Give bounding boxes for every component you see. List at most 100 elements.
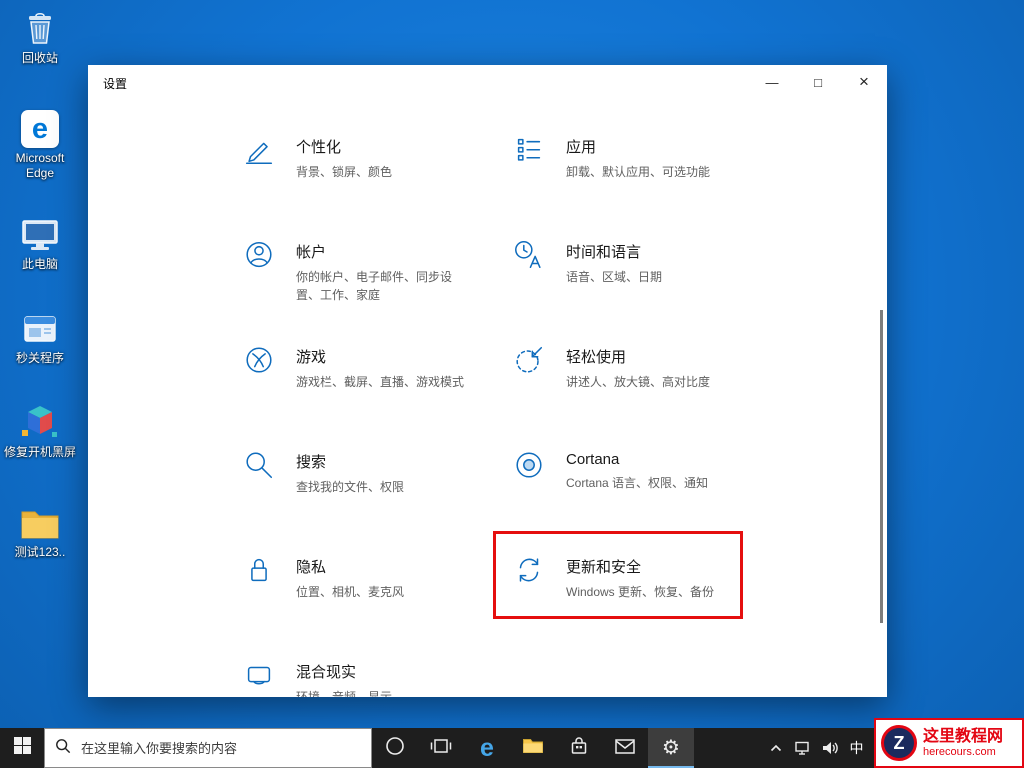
this-pc-icon [20,212,60,254]
cortana-ring-icon [385,736,405,761]
app-window-icon [21,306,59,348]
start-button[interactable] [0,728,44,768]
tile-subtitle: 卸载、默认应用、可选功能 [566,165,711,179]
edge-button[interactable]: e [464,728,510,768]
tile-privacy[interactable]: 隐私 位置、相机、麦克风 [242,553,404,601]
tile-subtitle: Windows 更新、恢复、备份 [566,585,715,599]
edge-icon: e [21,106,59,148]
folder-icon [18,500,62,542]
accounts-icon [242,238,278,272]
tile-subtitle: 你的帐户、电子邮件、同步设置、工作、家庭 [296,270,453,302]
tile-subtitle: 游戏栏、截屏、直播、游戏模式 [296,375,465,389]
search-icon [242,448,278,482]
volume-icon[interactable] [816,728,843,768]
tile-title: Cortana [566,451,620,468]
desktop-icon-app1[interactable]: 秒关程序 [2,306,78,366]
minimize-button[interactable]: — [749,65,795,99]
tile-title: 混合现实 [296,664,357,681]
ease-of-access-icon [512,343,548,377]
tile-subtitle: 语音、区域、日期 [566,270,663,284]
tile-title: 轻松使用 [566,349,627,366]
desktop-icon-label: 回收站 [21,51,58,65]
repair-cube-icon [20,400,60,442]
cortana-button[interactable] [372,728,418,768]
watermark-url: herecours.com [923,746,996,758]
gaming-icon [242,343,278,377]
task-view-icon [430,736,452,761]
tile-title: 游戏 [296,349,327,366]
store-icon [569,736,589,761]
window-scrollbar[interactable] [880,310,883,623]
desktop-icon-this-pc[interactable]: 此电脑 [2,212,78,272]
file-explorer-icon [522,737,544,760]
tile-subtitle: 环境、音频、显示 [296,690,393,697]
task-view-button[interactable] [418,728,464,768]
privacy-icon [242,553,278,587]
tray-chevron-up-icon[interactable] [762,728,789,768]
desktop-icon-label: 秒关程序 [15,351,64,365]
tile-mixed-reality[interactable]: 混合现实 环境、音频、显示 [242,658,392,697]
window-controls: — □ × [749,65,887,99]
tile-cortana[interactable]: Cortana Cortana 语言、权限、通知 [512,448,708,492]
time-language-icon [512,238,548,272]
tile-accounts[interactable]: 帐户 你的帐户、电子邮件、同步设置、工作、家庭 [242,238,467,304]
ime-indicator[interactable]: 中 [843,728,870,768]
taskbar-spacer [694,728,762,768]
tile-title: 更新和安全 [566,559,642,576]
tile-subtitle: 讲述人、放大镜、高对比度 [566,375,711,389]
tile-update-security[interactable]: 更新和安全 Windows 更新、恢复、备份 [512,553,714,601]
network-icon[interactable] [789,728,816,768]
desktop-icon-folder[interactable]: 测试123.. [2,500,78,560]
mail-button[interactable] [602,728,648,768]
desktop-icon-edge[interactable]: e Microsoft Edge [2,106,78,181]
taskbar: e [0,728,1024,768]
watermark-text: 这里教程网 herecours.com [923,727,1003,759]
search-icon [55,738,71,759]
search-input[interactable] [79,739,361,757]
apps-icon [512,133,548,167]
close-button[interactable]: × [841,65,887,99]
tile-apps[interactable]: 应用 卸载、默认应用、可选功能 [512,133,710,181]
tile-title: 搜索 [296,454,327,471]
tile-title: 个性化 [296,139,342,156]
watermark-logo: Z [881,725,917,761]
watermark-title: 这里教程网 [923,727,1004,745]
store-button[interactable] [556,728,602,768]
watermark-logo-letter: Z [893,733,905,753]
file-explorer-button[interactable] [510,728,556,768]
settings-button[interactable]: ⚙ [648,728,694,768]
desktop-icon-app2[interactable]: 修复开机黑屏 [2,400,78,460]
tile-search[interactable]: 搜索 查找我的文件、权限 [242,448,404,496]
watermark: Z 这里教程网 herecours.com [874,718,1024,768]
tile-gaming[interactable]: 游戏 游戏栏、截屏、直播、游戏模式 [242,343,464,391]
desktop-icon-label: Microsoft Edge [15,151,65,180]
windows-logo-icon [13,737,31,759]
window-title: 设置 [103,77,128,91]
maximize-button[interactable]: □ [795,65,841,99]
tile-subtitle: 背景、锁屏、颜色 [296,165,393,179]
desktop-icon-label: 此电脑 [21,257,58,271]
settings-home: 个性化 背景、锁屏、颜色 帐户 你的帐户、电子邮件、同步设置、工作、家庭 游戏 … [88,99,887,697]
desktop-icon-label: 测试123.. [14,545,66,559]
update-security-icon [512,553,548,587]
titlebar: 设置 — □ × [88,65,887,99]
gear-icon: ⚙ [662,737,680,759]
mail-icon [614,737,636,760]
tile-title: 帐户 [296,244,327,261]
personalization-icon [242,133,278,167]
tile-subtitle: 位置、相机、麦克风 [296,585,405,599]
taskbar-search[interactable] [44,728,372,768]
tile-title: 隐私 [296,559,327,576]
tile-title: 时间和语言 [566,244,642,261]
tile-personalization[interactable]: 个性化 背景、锁屏、颜色 [242,133,392,181]
tile-ease-of-access[interactable]: 轻松使用 讲述人、放大镜、高对比度 [512,343,710,391]
desktop-icon-label: 修复开机黑屏 [3,445,76,459]
cortana-icon [512,448,548,482]
edge-icon: e [480,733,494,762]
tile-time-language[interactable]: 时间和语言 语音、区域、日期 [512,238,662,286]
tile-title: 应用 [566,139,597,156]
desktop-icon-recycle-bin[interactable]: 回收站 [2,6,78,66]
desktop: 回收站 e Microsoft Edge 此电脑 秒关程序 修复开机黑屏 测试1… [0,0,1024,768]
recycle-bin-icon [21,6,59,48]
tile-subtitle: Cortana 语言、权限、通知 [566,476,709,490]
